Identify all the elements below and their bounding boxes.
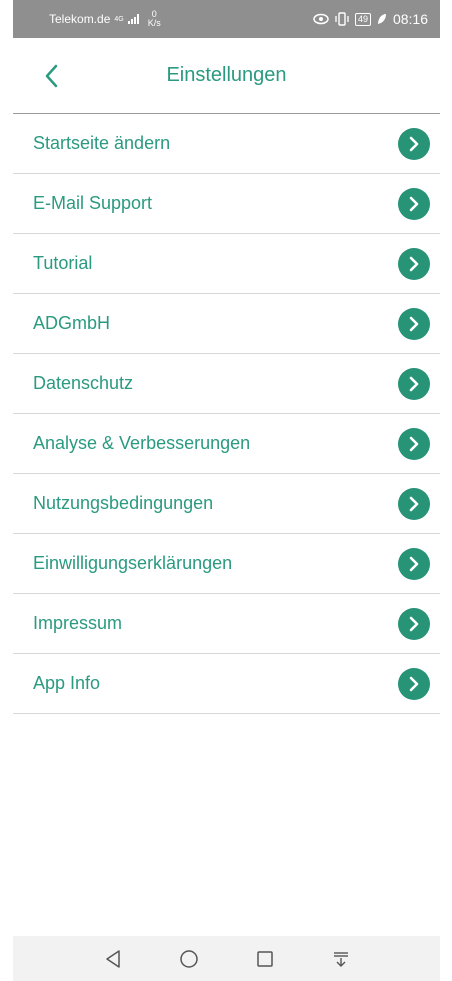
chevron-right-circle-icon (398, 487, 430, 520)
chevron-right-circle-icon (398, 427, 430, 460)
leaf-icon (377, 14, 386, 24)
settings-list: Startseite ändern E-Mail Support Tutoria… (13, 114, 440, 714)
chevron-right-circle-icon (398, 547, 430, 580)
settings-item-datenschutz[interactable]: Datenschutz (13, 354, 440, 414)
system-nav-bar (13, 936, 440, 981)
settings-item-einwilligungserklaerungen[interactable]: Einwilligungserklärungen (13, 534, 440, 594)
settings-item-label: Analyse & Verbesserungen (33, 433, 251, 453)
network-speed: 0 K/s (148, 10, 161, 28)
status-right: 49 08:16 (313, 11, 428, 27)
battery-indicator: 49 (354, 12, 371, 26)
chevron-right-circle-icon (398, 187, 430, 220)
settings-item-label: Einwilligungserklärungen (33, 553, 233, 573)
page-title: Einstellungen (166, 64, 287, 86)
nav-home-button[interactable] (176, 946, 202, 972)
nav-recents-button[interactable] (252, 946, 278, 972)
status-bar: Telekom.de 4G 0 K/s 49 08:16 (13, 0, 440, 38)
carrier-name: Telekom.de (49, 12, 111, 26)
chevron-right-circle-icon (398, 667, 430, 700)
settings-item-adgmbh[interactable]: ADGmbH (13, 294, 440, 354)
settings-item-tutorial[interactable]: Tutorial (13, 234, 440, 294)
settings-item-label: Startseite ändern (33, 133, 171, 153)
chevron-right-circle-icon (398, 607, 430, 640)
settings-item-app-info[interactable]: App Info (13, 654, 440, 714)
settings-item-label: E-Mail Support (33, 193, 153, 213)
network-type: 4G (114, 15, 124, 23)
notification-pull-icon (333, 951, 348, 967)
nav-notification-button[interactable] (328, 946, 354, 972)
home-circle-icon (179, 949, 198, 968)
settings-item-label: ADGmbH (33, 313, 111, 333)
settings-item-analyse[interactable]: Analyse & Verbesserungen (13, 414, 440, 474)
vibrate-icon (335, 12, 349, 26)
speed-unit: K/s (147, 18, 161, 28)
app-bar: Einstellungen (13, 38, 440, 114)
chevron-right-circle-icon (398, 367, 430, 400)
chevron-right-circle-icon (398, 247, 430, 280)
settings-item-startseite[interactable]: Startseite ändern (13, 114, 440, 174)
settings-item-nutzungsbedingungen[interactable]: Nutzungsbedingungen (13, 474, 440, 534)
recents-square-icon (256, 950, 273, 967)
settings-item-impressum[interactable]: Impressum (13, 594, 440, 654)
back-triangle-icon (105, 949, 120, 968)
chevron-right-circle-icon (398, 307, 430, 340)
chevron-right-circle-icon (398, 127, 430, 160)
settings-item-label: Nutzungsbedingungen (33, 493, 214, 513)
settings-item-label: App Info (33, 673, 101, 693)
settings-item-label: Impressum (33, 613, 123, 633)
clock: 08:16 (392, 11, 428, 27)
signal-icon (127, 14, 139, 24)
nav-back-button[interactable] (100, 946, 126, 972)
settings-item-label: Datenschutz (33, 373, 134, 393)
settings-item-email-support[interactable]: E-Mail Support (13, 174, 440, 234)
status-left: Telekom.de 4G 0 K/s (49, 10, 161, 28)
eye-comfort-icon (313, 13, 329, 25)
settings-item-label: Tutorial (33, 253, 93, 273)
